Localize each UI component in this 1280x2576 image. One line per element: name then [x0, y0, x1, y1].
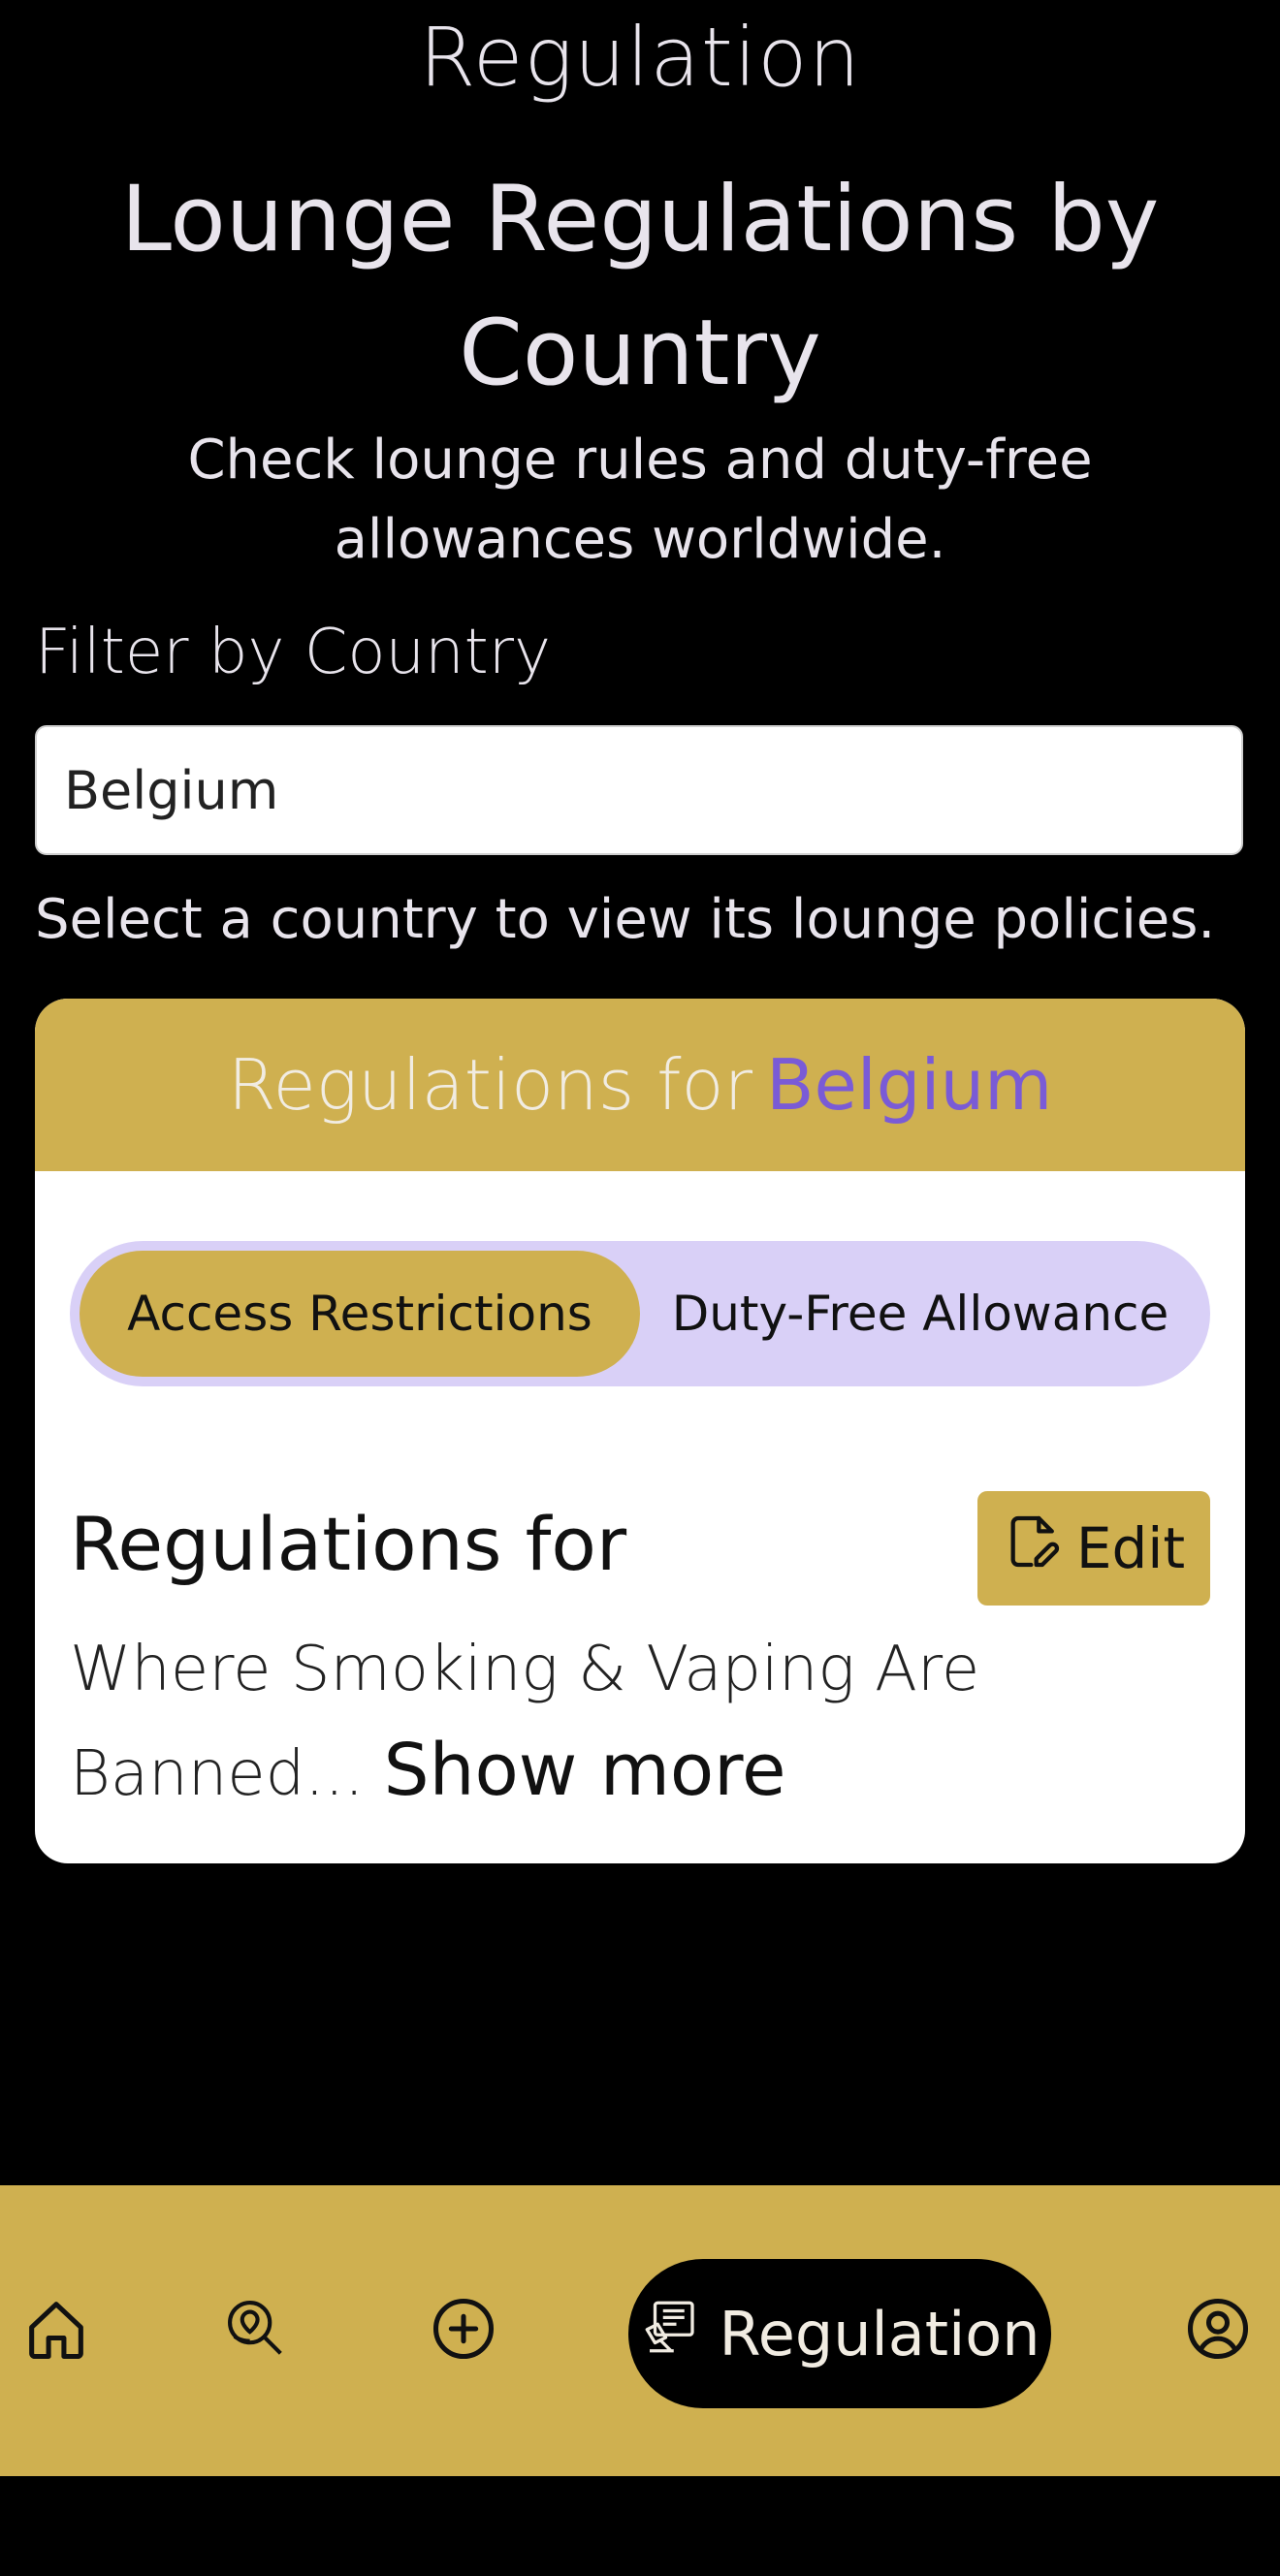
- home-icon[interactable]: [19, 2292, 93, 2366]
- bottom-navigation: Regulation: [0, 2185, 1280, 2476]
- edit-button[interactable]: Edit: [977, 1491, 1210, 1606]
- page-subheading: Check lounge rules and duty-free allowan…: [187, 429, 1093, 571]
- regulations-card: Regulations for Belgium Access Restricti…: [35, 999, 1245, 1863]
- regulation-tabs: Access Restrictions Duty-Free Allowance: [70, 1241, 1210, 1386]
- profile-icon[interactable]: [1181, 2292, 1255, 2366]
- edit-icon: [1003, 1511, 1065, 1586]
- map-search-icon[interactable]: [219, 2292, 293, 2366]
- card-header-prefix: Regulations for: [227, 1044, 753, 1126]
- country-filter-input[interactable]: [35, 725, 1243, 855]
- regulation-summary: Where Smoking & Vaping Are Banned... Sho…: [70, 1619, 1156, 1825]
- add-circle-icon[interactable]: [427, 2292, 500, 2366]
- regulations-section-title: Regulations for: [70, 1501, 627, 1587]
- nav-regulation-label: Regulation: [719, 2298, 1040, 2369]
- filter-hint: Select a country to view its lounge poli…: [35, 888, 1216, 951]
- card-header-country: Belgium: [766, 1044, 1053, 1126]
- edit-label: Edit: [1075, 1515, 1186, 1581]
- card-header: Regulations for Belgium: [35, 999, 1245, 1171]
- nav-regulation-active[interactable]: Regulation: [628, 2259, 1051, 2408]
- tab-access-restrictions[interactable]: Access Restrictions: [80, 1251, 640, 1377]
- page-top-title: Regulation: [419, 10, 861, 105]
- regulation-icon: [639, 2295, 703, 2373]
- page-heading: Lounge Regulations by Country: [120, 167, 1160, 406]
- tab-duty-free-allowance[interactable]: Duty-Free Allowance: [640, 1251, 1200, 1377]
- show-more-link[interactable]: Show more: [384, 1729, 786, 1812]
- filter-label: Filter by Country: [35, 617, 551, 688]
